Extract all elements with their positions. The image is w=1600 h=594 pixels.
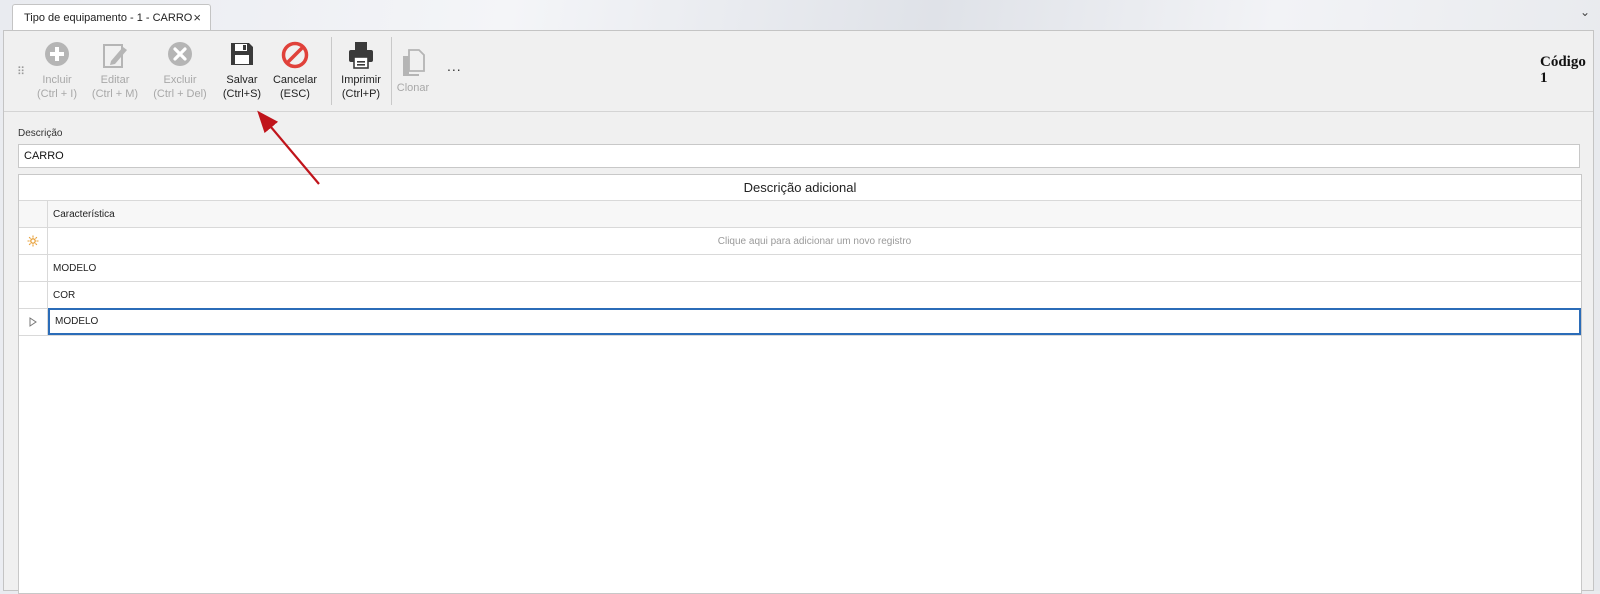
save-icon [219, 41, 265, 71]
tab-tipo-equipamento[interactable]: Tipo de equipamento - 1 - CARRO × [12, 4, 211, 31]
grid-title: Descrição adicional [19, 175, 1581, 201]
excluir-button[interactable]: Excluir (Ctrl + Del) [149, 41, 211, 101]
toolbar-separator [391, 37, 392, 105]
row-indicator [19, 282, 48, 308]
row-indicator [19, 201, 48, 227]
copy-icon [394, 49, 432, 79]
table-cell[interactable]: COR [48, 282, 1581, 308]
edit-icon [88, 41, 142, 71]
imprimir-button[interactable]: Imprimir (Ctrl+P) [337, 41, 385, 101]
new-row-icon [19, 228, 48, 254]
incluir-button[interactable]: Incluir (Ctrl + I) [33, 41, 81, 101]
row-indicator [19, 255, 48, 281]
table-row[interactable]: COR [19, 282, 1581, 309]
main-panel: ⠿ Incluir (Ctrl + I) Editar (Ctrl + M) E… [3, 30, 1594, 594]
more-button[interactable]: ... [447, 58, 462, 74]
code-value: 1 [1540, 70, 1548, 86]
print-icon [337, 41, 385, 71]
cancelar-button[interactable]: Cancelar (ESC) [272, 41, 318, 101]
table-row[interactable]: MODELO [19, 255, 1581, 282]
clonar-button[interactable]: Clonar [394, 49, 432, 95]
delete-circle-icon [149, 41, 211, 71]
new-row[interactable]: Clique aqui para adicionar um novo regis… [19, 228, 1581, 255]
close-icon[interactable]: × [193, 10, 201, 25]
table-cell[interactable]: MODELO [48, 308, 1581, 335]
tab-title: Tipo de equipamento - 1 - CARRO [24, 12, 193, 24]
grid-header: Característica [19, 201, 1581, 228]
toolbar-separator [331, 37, 332, 105]
plus-circle-icon [33, 41, 81, 71]
drag-handle-icon[interactable]: ⠿ [17, 65, 25, 78]
salvar-button[interactable]: Salvar (Ctrl+S) [219, 41, 265, 101]
code-label: Código [1540, 54, 1586, 70]
new-row-hint[interactable]: Clique aqui para adicionar um novo regis… [48, 228, 1581, 254]
column-header-caracteristica[interactable]: Característica [48, 201, 1581, 227]
chevron-down-icon[interactable]: ⌄ [1580, 5, 1590, 19]
descricao-label: Descrição [18, 128, 63, 139]
descricao-adicional-grid: Descrição adicional Característica Cliqu… [18, 174, 1582, 594]
editar-button[interactable]: Editar (Ctrl + M) [88, 41, 142, 101]
cancel-icon [272, 41, 318, 71]
descricao-input[interactable]: CARRO [18, 144, 1580, 168]
toolbar: ⠿ Incluir (Ctrl + I) Editar (Ctrl + M) E… [4, 31, 1593, 112]
table-row[interactable]: MODELO [19, 308, 1581, 336]
record-code: Código 1 [1540, 54, 1586, 86]
table-cell[interactable]: MODELO [48, 255, 1581, 281]
tab-strip: Tipo de equipamento - 1 - CARRO × ⌄ [0, 0, 1600, 31]
current-row-icon [19, 309, 48, 335]
